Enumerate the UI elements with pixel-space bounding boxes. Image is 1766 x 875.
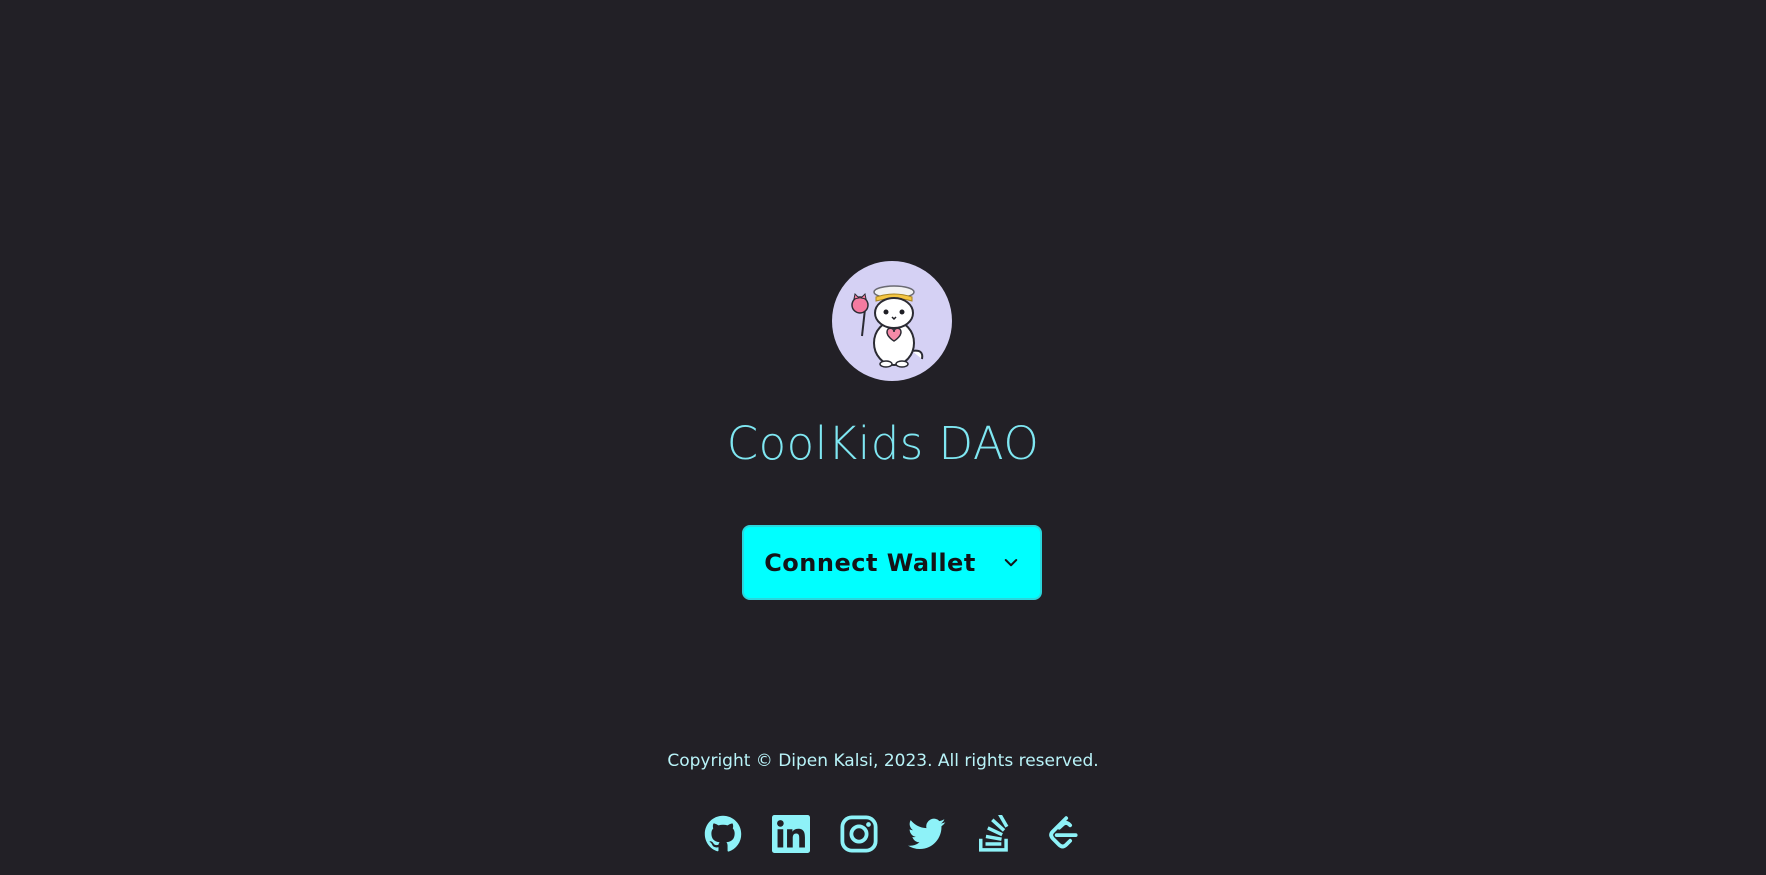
page: CoolKids DAO Connect Wallet Copyright © … (0, 0, 1766, 875)
github-icon[interactable] (703, 814, 743, 854)
twitter-icon[interactable] (907, 814, 947, 854)
instagram-icon[interactable] (839, 814, 879, 854)
connect-wallet-label: Connect Wallet (764, 548, 976, 577)
page-title: CoolKids DAO (726, 417, 1040, 470)
chevron-down-icon (1002, 554, 1020, 572)
copyright-text: Copyright © Dipen Kalsi, 2023. All right… (667, 751, 1099, 771)
linkedin-icon[interactable] (771, 814, 811, 854)
stackoverflow-icon[interactable] (975, 814, 1015, 854)
connect-wallet-button[interactable]: Connect Wallet (742, 525, 1042, 600)
avatar (832, 261, 952, 381)
cartoon-cat-avatar-icon (851, 285, 924, 368)
social-links (703, 814, 1083, 854)
leetcode-icon[interactable] (1043, 814, 1083, 854)
